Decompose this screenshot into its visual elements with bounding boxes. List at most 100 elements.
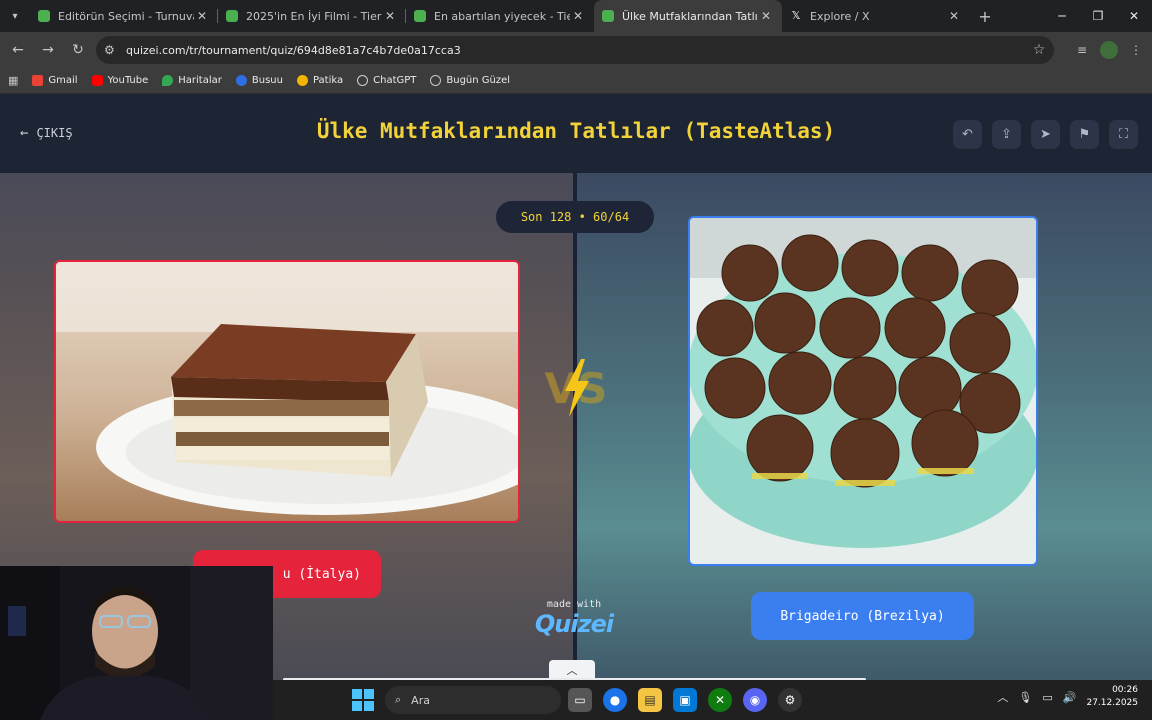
- busuu-icon: [235, 75, 247, 86]
- reload-icon[interactable]: ↻: [64, 36, 92, 64]
- store-icon[interactable]: ▣: [673, 688, 697, 712]
- flag-icon[interactable]: ⚑: [1070, 120, 1099, 149]
- url-text[interactable]: quizei.com/tr/tournament/quiz/694d8e81a7…: [126, 44, 1024, 57]
- right-choice-label: Brigadeiro (Brezilya): [780, 608, 945, 624]
- windows-start-icon[interactable]: [352, 689, 374, 711]
- browser-tab[interactable]: En abartılan yiyecek - Tier List | ✕: [406, 0, 594, 32]
- address-bar[interactable]: ⚙ quizei.com/tr/tournament/quiz/694d8e81…: [96, 36, 1054, 64]
- bookmark-label: Gmail: [48, 75, 78, 86]
- left-choice-label: u (İtalya): [282, 566, 361, 582]
- youtube-icon: [91, 75, 103, 86]
- made-with-badge[interactable]: made with Quizei: [528, 599, 620, 638]
- bookmark-label: Haritalar: [178, 75, 222, 86]
- tab-close-icon[interactable]: ✕: [194, 9, 210, 23]
- xbox-icon[interactable]: ✕: [708, 688, 732, 712]
- toolbar-right: ≡ ⋮: [1072, 36, 1146, 64]
- tab-search-dropdown-icon[interactable]: ▾: [0, 0, 30, 32]
- tab-title: Explore / X: [810, 9, 870, 23]
- file-explorer-icon[interactable]: ▤: [638, 688, 662, 712]
- bookmark-youtube[interactable]: YouTube: [91, 75, 149, 86]
- taskbar-search[interactable]: ⌕ Ara: [385, 686, 561, 714]
- made-with-text: made with: [546, 599, 602, 610]
- bookmark-chatgpt[interactable]: ChatGPT: [357, 75, 416, 86]
- window-controls: ─ ❐ ✕: [1044, 0, 1152, 32]
- left-choice-image[interactable]: [54, 260, 520, 523]
- bookmark-gmail[interactable]: Gmail: [32, 75, 78, 86]
- tab-close-icon[interactable]: ✕: [382, 9, 398, 23]
- quizei-favicon-icon: [38, 10, 50, 22]
- bookmark-label: YouTube: [107, 75, 149, 86]
- bookmark-star-icon[interactable]: ☆: [1024, 42, 1054, 58]
- apps-grid-icon[interactable]: ▦: [8, 74, 18, 87]
- browser-tab-active[interactable]: Ülke Mutfaklarından Tatlılar (Ta ✕: [594, 0, 782, 32]
- task-view-icon[interactable]: ▭: [568, 688, 592, 712]
- new-tab-button[interactable]: +: [970, 7, 1000, 26]
- clock-time: 00:26: [1112, 685, 1138, 695]
- bookmark-label: Busuu: [251, 75, 283, 86]
- bookmark-busuu[interactable]: Busuu: [235, 75, 283, 86]
- bookmark-haritalar[interactable]: Haritalar: [162, 75, 222, 86]
- menu-kebab-icon[interactable]: ⋮: [1126, 36, 1146, 64]
- volume-icon[interactable]: 🔊: [1063, 691, 1077, 704]
- tab-title: Editörün Seçimi - Turnuva - Qu: [58, 9, 194, 23]
- right-choice-image[interactable]: [688, 216, 1038, 566]
- fullscreen-icon[interactable]: ⛶: [1109, 120, 1138, 149]
- forward-icon[interactable]: →: [34, 36, 62, 64]
- system-tray: ︿ 🎙 ▭ 🔊 00:26 27.12.2025: [997, 684, 1138, 710]
- gmail-icon: [32, 75, 44, 86]
- app-icon[interactable]: ⚙: [778, 688, 802, 712]
- taskbar-apps: ▭ ● ▤ ▣ ✕ ◉ ⚙: [568, 688, 802, 712]
- browser-tab[interactable]: 2025'in En İyi Filmi - Tier List | ✕: [218, 0, 406, 32]
- quiz-header: ← ÇIKIŞ Ülke Mutfaklarından Tatlılar (Ta…: [0, 95, 1152, 173]
- search-placeholder: Ara: [411, 693, 430, 707]
- search-icon: ⌕: [395, 693, 402, 706]
- network-icon[interactable]: ▭: [1042, 691, 1052, 704]
- minimize-icon[interactable]: ─: [1044, 0, 1080, 32]
- bookmark-bugun-guzel[interactable]: Bugün Güzel: [430, 75, 510, 86]
- bookmark-label: ChatGPT: [373, 75, 417, 86]
- tiramisu-image: [56, 262, 518, 521]
- tray-chevron-up-icon[interactable]: ︿: [997, 689, 1008, 705]
- discord-icon[interactable]: ◉: [743, 688, 767, 712]
- chatgpt-icon: [357, 75, 369, 86]
- clock-date: 27.12.2025: [1086, 698, 1138, 708]
- tab-close-icon[interactable]: ✕: [946, 9, 962, 23]
- undo-icon[interactable]: ↶: [953, 120, 982, 149]
- globe-icon: [430, 75, 442, 86]
- webcam-overlay: [0, 566, 273, 720]
- media-control-icon[interactable]: ≡: [1072, 36, 1092, 64]
- back-icon[interactable]: ←: [4, 36, 32, 64]
- streamer-video: [0, 566, 273, 720]
- close-window-icon[interactable]: ✕: [1116, 0, 1152, 32]
- brigadeiro-image: [690, 218, 1036, 564]
- tab-close-icon[interactable]: ✕: [570, 9, 586, 23]
- chrome-icon[interactable]: ●: [603, 688, 627, 712]
- x-logo-icon: 𝕏: [791, 9, 801, 22]
- browser-tab-bar: ▾ Editörün Seçimi - Turnuva - Qu ✕ 2025'…: [0, 0, 1152, 32]
- microphone-icon[interactable]: 🎙: [1018, 691, 1032, 704]
- send-icon[interactable]: ➤: [1031, 120, 1060, 149]
- bookmark-label: Bugün Güzel: [446, 75, 511, 86]
- quizei-favicon-icon: [414, 10, 426, 22]
- bookmark-patika[interactable]: Patika: [296, 75, 344, 86]
- browser-tab[interactable]: 𝕏 Explore / X ✕: [782, 0, 970, 32]
- bookmarks-bar: ▦ Gmail YouTube Haritalar Busuu Patika C…: [0, 68, 1152, 94]
- clock[interactable]: 00:26 27.12.2025: [1086, 684, 1138, 710]
- bookmark-label: Patika: [312, 75, 344, 86]
- header-tools: ↶ ⇪ ➤ ⚑ ⛶: [953, 120, 1138, 149]
- collapse-chevron-up-icon[interactable]: ︿: [549, 660, 595, 680]
- browser-tab[interactable]: Editörün Seçimi - Turnuva - Qu ✕: [30, 0, 218, 32]
- browser-toolbar: ← → ↻ ⚙ quizei.com/tr/tournament/quiz/69…: [0, 32, 1152, 68]
- tab-title: 2025'in En İyi Filmi - Tier List |: [246, 9, 382, 23]
- quizei-favicon-icon: [226, 10, 238, 22]
- site-info-icon[interactable]: ⚙: [104, 43, 126, 57]
- quizei-favicon-icon: [602, 10, 614, 22]
- restore-icon[interactable]: ❐: [1080, 0, 1116, 32]
- share-icon[interactable]: ⇪: [992, 120, 1021, 149]
- tab-title: En abartılan yiyecek - Tier List |: [434, 9, 570, 23]
- patika-icon: [296, 75, 308, 86]
- tab-close-icon[interactable]: ✕: [758, 9, 774, 23]
- round-counter-badge: Son 128 • 60/64: [496, 201, 654, 233]
- profile-avatar[interactable]: [1100, 41, 1118, 59]
- right-choice-button[interactable]: Brigadeiro (Brezilya): [751, 592, 974, 640]
